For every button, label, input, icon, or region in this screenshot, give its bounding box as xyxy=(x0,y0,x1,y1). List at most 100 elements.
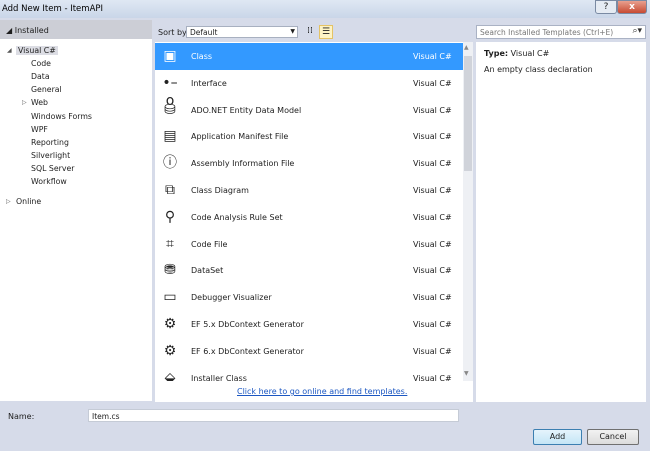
installer-icon: ⬙ xyxy=(164,369,176,381)
collapsed-arrow-icon[interactable]: ▷ xyxy=(6,198,11,205)
template-language: Visual C# xyxy=(413,373,452,381)
debugger-visualizer-icon: ▭ xyxy=(163,289,177,306)
template-item[interactable]: ▭ Debugger Visualizer Visual C# xyxy=(155,284,463,311)
template-language: Visual C# xyxy=(413,346,452,356)
rule-set-icon: ⚲ xyxy=(164,208,176,225)
template-item[interactable]: ▣ Class Visual C# xyxy=(155,43,463,70)
scroll-up-icon[interactable]: ▲ xyxy=(464,44,469,51)
template-name: Debugger Visualizer xyxy=(191,293,272,303)
template-name: Class Diagram xyxy=(191,186,249,195)
installed-label: Installed xyxy=(14,26,49,35)
entity-model-icon: ⛁ xyxy=(164,101,176,118)
name-input[interactable]: Item.cs xyxy=(88,409,459,422)
search-placeholder: Search Installed Templates (Ctrl+E) xyxy=(480,28,614,37)
tree-item[interactable]: SQL Server xyxy=(31,164,74,173)
template-item[interactable]: ⛁ ADO.NET Entity Data Model Visual C# xyxy=(155,97,463,124)
online-templates-link[interactable]: Click here to go online and find templat… xyxy=(237,387,407,396)
interface-icon: •–o xyxy=(162,74,178,109)
template-item[interactable]: •–o Interface Visual C# xyxy=(155,70,463,109)
template-item[interactable]: ⌗ Code File Visual C# xyxy=(155,231,463,258)
sort-value: Default xyxy=(190,28,218,37)
template-language: Visual C# xyxy=(413,132,452,142)
type-label: Type: xyxy=(484,49,509,58)
type-value: Visual C# xyxy=(510,49,550,58)
template-name: Interface xyxy=(191,78,227,88)
type-info: Type: Visual C# xyxy=(484,49,549,58)
template-language: Visual C# xyxy=(413,293,452,303)
class-icon: ▣ xyxy=(163,48,177,64)
template-language: Visual C# xyxy=(413,320,452,329)
close-button[interactable]: x xyxy=(617,0,647,14)
scroll-thumb[interactable] xyxy=(464,56,472,171)
class-diagram-icon: ⧉ xyxy=(165,182,175,198)
sort-select[interactable]: Default ▼ xyxy=(186,26,298,38)
tree-item[interactable]: Visual C# xyxy=(16,46,58,55)
template-item[interactable]: ▤ Application Manifest File Visual C# xyxy=(155,123,463,150)
assembly-info-icon: ⓘ xyxy=(163,155,177,172)
tree-item[interactable]: WPF xyxy=(31,125,48,134)
tree-item[interactable]: Workflow xyxy=(31,177,67,186)
template-language: Visual C# xyxy=(413,212,452,222)
title-bar: Add New Item - ItemAPI ? x xyxy=(0,0,650,18)
template-name: Code File xyxy=(191,239,228,249)
tree-item[interactable]: Data xyxy=(31,72,50,81)
list-view-button[interactable]: ☰ xyxy=(319,25,333,39)
template-item[interactable]: ⚙ EF 6.x DbContext Generator Visual C# xyxy=(155,338,463,365)
cancel-button[interactable]: Cancel xyxy=(587,429,639,445)
manifest-icon: ▤ xyxy=(163,128,177,145)
sort-label: Sort by: xyxy=(158,28,189,37)
list-toolbar: Sort by: Default ▼ ⁞⁞ ☰ xyxy=(155,20,473,42)
scroll-down-icon[interactable]: ▼ xyxy=(464,370,469,377)
scrollbar[interactable]: ▲ ▼ xyxy=(463,42,473,381)
add-button[interactable]: Add xyxy=(533,429,582,445)
tree-item[interactable]: General xyxy=(31,85,62,94)
template-language: Visual C# xyxy=(413,186,452,195)
ef-generator-icon: ⚙ xyxy=(163,342,177,359)
small-icons-view-button[interactable]: ⁞⁞ xyxy=(303,25,317,39)
template-list: ▣ Class Visual C# •–o Interface Visual C# ⛁ ADO… xyxy=(155,42,463,381)
ef-generator-icon: ⚙ xyxy=(163,316,177,332)
tree-item[interactable]: Web xyxy=(31,98,48,107)
template-tree: ◢ Installed Visual C# ◢ Code Data General Web… xyxy=(0,20,152,401)
online-link-bar: Click here to go online and find templat… xyxy=(155,381,473,402)
template-language: Visual C# xyxy=(413,266,452,276)
template-name: Class xyxy=(191,52,213,61)
details-panel: Type: Visual C# An empty class declarati… xyxy=(476,42,646,402)
tree-header-installed[interactable]: ◢ Installed xyxy=(0,20,152,39)
template-name: Installer Class xyxy=(191,373,247,381)
tree-item-online[interactable]: Online xyxy=(16,197,41,206)
collapsed-arrow-icon[interactable]: ▷ xyxy=(22,99,27,106)
template-item[interactable]: ⓘ Assembly Information File Visual C# xyxy=(155,150,463,177)
template-name: ADO.NET Entity Data Model xyxy=(191,105,302,115)
expanded-arrow-icon[interactable]: ◢ xyxy=(7,47,12,54)
template-item[interactable]: ⬙ Installer Class Visual C# xyxy=(155,365,463,381)
template-language: Visual C# xyxy=(413,239,452,249)
chevron-down-icon: ▼ xyxy=(290,28,295,35)
template-name: Assembly Information File xyxy=(191,159,295,169)
template-item[interactable]: ⚲ Code Analysis Rule Set Visual C# xyxy=(155,204,463,231)
help-button[interactable]: ? xyxy=(595,0,617,14)
template-item[interactable]: ⛃ DataSet Visual C# xyxy=(155,257,463,284)
template-name: EF 6.x DbContext Generator xyxy=(191,346,304,356)
dataset-icon: ⛃ xyxy=(164,262,176,279)
tree-item[interactable]: Silverlight xyxy=(31,151,70,160)
template-language: Visual C# xyxy=(413,52,452,61)
tree-item[interactable]: Windows Forms xyxy=(31,112,92,121)
template-name: DataSet xyxy=(191,266,224,276)
window-title: Add New Item - ItemAPI xyxy=(2,4,104,14)
search-icon: ⌕▾ xyxy=(632,26,642,36)
template-description: An empty class declaration xyxy=(484,65,593,74)
template-language: Visual C# xyxy=(413,105,452,115)
search-input[interactable]: Search Installed Templates (Ctrl+E) ⌕▾ xyxy=(476,25,646,39)
code-file-icon: ⌗ xyxy=(166,235,174,252)
template-name: Code Analysis Rule Set xyxy=(191,212,283,222)
tree-item[interactable]: Code xyxy=(31,59,51,68)
template-language: Visual C# xyxy=(413,78,452,88)
template-item[interactable]: ⚙ EF 5.x DbContext Generator Visual C# xyxy=(155,311,463,338)
template-item[interactable]: ⧉ Class Diagram Visual C# xyxy=(155,177,463,204)
tree-item[interactable]: Reporting xyxy=(31,138,69,147)
template-name: Application Manifest File xyxy=(191,132,289,142)
template-language: Visual C# xyxy=(413,159,452,169)
name-label: Name: xyxy=(8,412,35,421)
template-name: EF 5.x DbContext Generator xyxy=(191,320,304,329)
